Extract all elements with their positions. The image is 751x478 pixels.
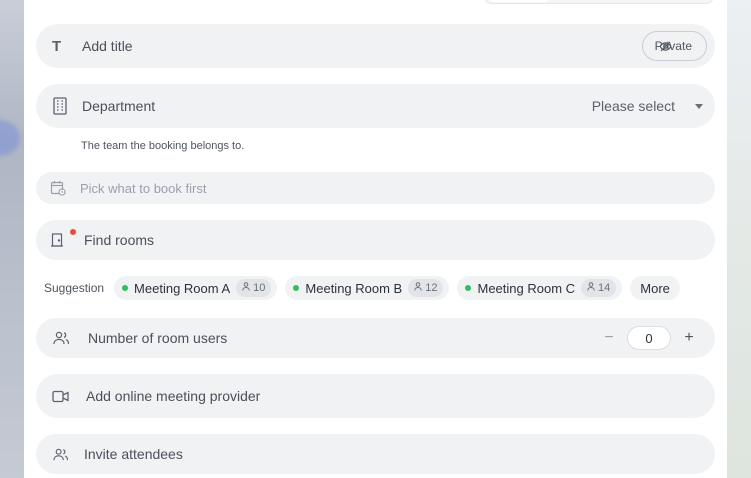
more-rooms-button[interactable]: More	[630, 276, 680, 300]
title-field[interactable]: T Add title Private	[36, 24, 715, 68]
person-icon	[414, 282, 422, 294]
video-camera-icon	[52, 390, 69, 403]
background-left	[0, 0, 24, 478]
private-toggle-button[interactable]: Private	[641, 31, 707, 61]
online-meeting-label: Add online meeting provider	[86, 388, 261, 404]
find-rooms-field[interactable]: Find rooms	[36, 220, 715, 260]
calendar-clock-icon	[50, 180, 66, 196]
department-label: Department	[82, 98, 156, 114]
booking-type-placeholder: Pick what to book first	[80, 180, 207, 196]
room-chip[interactable]: Meeting Room C 14	[457, 276, 623, 300]
department-field[interactable]: Department Please select	[36, 84, 715, 128]
room-chip[interactable]: Meeting Room B 12	[285, 276, 450, 300]
room-suggestions: Suggestion Meeting Room A 10 Meeting Roo…	[44, 276, 680, 300]
department-help-text: The team the booking belongs to.	[81, 140, 245, 152]
text-icon: T	[52, 37, 62, 55]
capacity-badge: 14	[581, 279, 617, 297]
capacity-value: 10	[253, 282, 266, 294]
capacity-value: 14	[598, 282, 611, 294]
room-users-field: Number of room users − 0 +	[36, 318, 715, 358]
room-users-stepper: − 0 +	[601, 326, 697, 350]
room-name: Meeting Room B	[305, 280, 403, 296]
decrement-button[interactable]: −	[601, 329, 617, 347]
required-dot	[70, 229, 76, 235]
available-dot	[122, 285, 129, 291]
title-input[interactable]: Add title	[82, 38, 133, 54]
eye-off-icon	[659, 40, 672, 53]
room-name: Meeting Room A	[134, 280, 231, 296]
people-icon	[52, 448, 69, 461]
building-icon	[52, 97, 68, 115]
available-dot	[465, 285, 472, 291]
segmented-control[interactable]	[484, 0, 714, 4]
department-select[interactable]: Please select	[592, 84, 703, 128]
capacity-badge: 12	[408, 279, 444, 297]
room-users-value[interactable]: 0	[627, 326, 671, 350]
booking-type-field[interactable]: Pick what to book first	[36, 172, 715, 204]
online-meeting-field[interactable]: Add online meeting provider	[36, 374, 715, 418]
department-select-value: Please select	[591, 98, 675, 114]
invite-attendees-field[interactable]: Invite attendees	[36, 434, 715, 474]
suggestion-label: Suggestion	[44, 281, 105, 295]
increment-button[interactable]: +	[681, 329, 697, 347]
find-rooms-input[interactable]: Find rooms	[84, 232, 154, 248]
capacity-value: 12	[425, 282, 438, 294]
caret-down-icon	[695, 103, 703, 109]
available-dot	[293, 285, 300, 291]
invite-attendees-input[interactable]: Invite attendees	[84, 446, 183, 462]
users-icon	[52, 331, 70, 345]
capacity-badge: 10	[236, 279, 272, 297]
room-users-label: Number of room users	[88, 330, 228, 346]
door-icon	[50, 232, 64, 248]
background-right	[727, 0, 751, 478]
room-chip[interactable]: Meeting Room A 10	[114, 276, 278, 300]
room-name: Meeting Room C	[477, 280, 576, 296]
person-icon	[587, 282, 595, 294]
person-icon	[242, 282, 250, 294]
